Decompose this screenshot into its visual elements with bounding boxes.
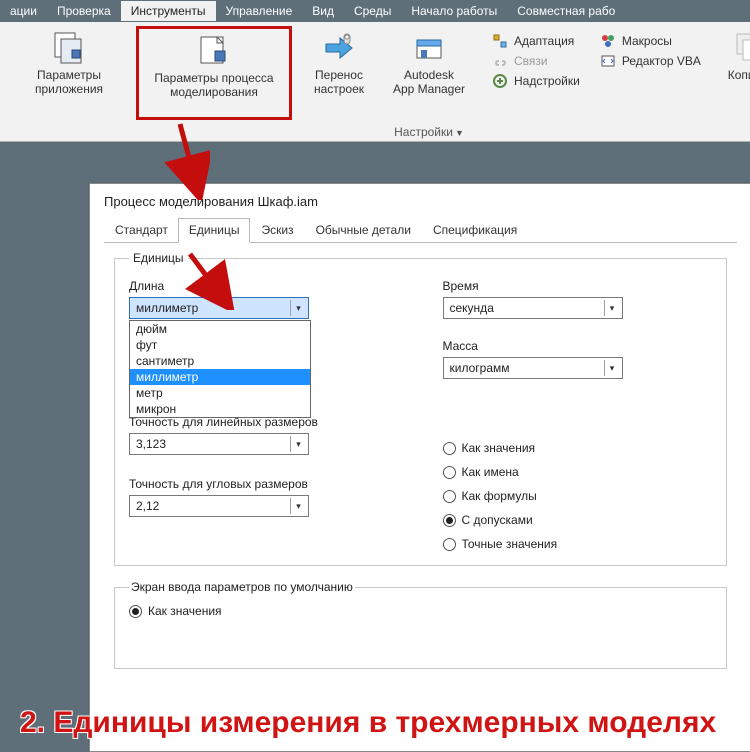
dialog-title: Процесс моделирования Шкаф.iam [90,184,750,217]
mass-combo[interactable]: килограмм▾ [443,357,623,379]
adapt-icon [492,33,508,49]
prec-angular-label: Точность для угловых размеров [129,477,399,491]
opt-mm[interactable]: миллиметр [130,369,310,385]
tab-collab[interactable]: Совместная рабо [507,1,625,21]
copy-label: Копиро [728,68,750,82]
length-label: Длина [129,279,399,293]
default-param-legend: Экран ввода параметров по умолчанию [129,580,355,594]
vba-icon [600,53,616,69]
ribbon-panel: Параметры приложения Параметры процесса … [0,22,750,142]
tab-units[interactable]: Единицы [178,218,251,243]
process-dialog: Процесс моделирования Шкаф.iam Стандарт … [89,183,750,752]
appmgr-label2: App Manager [393,82,465,96]
group-migrate: Перенос настроек [298,24,380,141]
tab-inspect[interactable]: Проверка [47,1,121,21]
tab-view[interactable]: Вид [302,1,344,21]
tab-environments[interactable]: Среды [344,1,401,21]
group-appmgr: Autodesk App Manager Настройки▼ [380,24,478,141]
radio-as-formulas[interactable]: Как формулы [443,489,713,503]
addins-icon [492,73,508,89]
radio-as-values[interactable]: Как значения [443,441,713,455]
length-combo[interactable]: миллиметр ▾ дюйм фут сантиметр миллиметр… [129,297,309,319]
opt-inch[interactable]: дюйм [130,321,310,337]
tab-standard[interactable]: Стандарт [104,218,179,243]
app-params-button[interactable]: Параметры приложения [14,26,124,120]
time-label: Время [443,279,713,293]
group-options: Адаптация Связи Надстройки [482,24,590,141]
appmgr-label1: Autodesk [404,68,454,82]
tab-partial-left[interactable]: ации [0,1,47,21]
tab-manage[interactable]: Управление [216,1,303,21]
dialog-content: Единицы Длина миллиметр ▾ дюйм фут санти… [90,243,750,677]
radio-with-tolerances[interactable]: С допусками [443,513,713,527]
prec-angular-combo[interactable]: 2,12▾ [129,495,309,517]
radio-default-as-values[interactable]: Как значения [129,604,712,618]
opt-m[interactable]: метр [130,385,310,401]
macros-button[interactable]: Макросы [596,32,705,50]
tab-bom[interactable]: Спецификация [422,218,528,243]
addins-button[interactable]: Надстройки [488,72,584,90]
chevron-down-icon: ▾ [290,498,306,514]
chevron-down-icon: ▾ [604,300,620,316]
macros-icon [600,33,616,49]
ribbon-tabs: ации Проверка Инструменты Управление Вид… [0,0,750,22]
units-fieldset: Единицы Длина миллиметр ▾ дюйм фут санти… [114,251,727,566]
tab-sketch[interactable]: Эскиз [250,218,304,243]
migrate-label: Перенос настроек [304,68,374,96]
chevron-down-icon: ▾ [604,360,620,376]
tab-getstarted[interactable]: Начало работы [401,1,507,21]
time-combo[interactable]: секунда▾ [443,297,623,319]
radio-exact-values[interactable]: Точные значения [443,537,713,551]
process-params-icon [197,33,231,67]
length-dropdown: дюйм фут сантиметр миллиметр метр микрон [129,320,311,418]
adaptation-button[interactable]: Адаптация [488,32,584,50]
app-params-label: Параметры приложения [14,68,124,96]
migrate-button[interactable]: Перенос настроек [304,26,374,120]
process-params-button[interactable]: Параметры процесса моделирования [136,26,292,120]
radio-as-names[interactable]: Как имена [443,465,713,479]
chevron-down-icon: ▾ [290,436,306,452]
dialog-tabbar: Стандарт Единицы Эскиз Обычные детали Сп… [104,217,737,243]
group-macro: Макросы Редактор VBA [590,24,711,141]
annotation-caption: 2. Единицы измерения в трехмерных моделя… [20,706,740,741]
opt-micron[interactable]: микрон [130,401,310,417]
links-button: Связи [488,52,584,70]
group-process-params: Параметры процесса моделирования [130,24,298,141]
settings-caption[interactable]: Настройки▼ [380,125,478,141]
group-app-params: Параметры приложения [8,24,130,141]
units-legend: Единицы [129,251,188,265]
copy-button[interactable]: Копиро [721,26,750,120]
chevron-down-icon: ▾ [290,300,306,316]
default-param-fieldset: Экран ввода параметров по умолчанию Как … [114,580,727,669]
opt-cm[interactable]: сантиметр [130,353,310,369]
copy-icon [731,30,750,64]
process-params-label: Параметры процесса моделирования [139,71,289,99]
appmgr-button[interactable]: Autodesk App Manager [386,26,472,120]
mass-label: Масса [443,339,713,353]
tab-tools[interactable]: Инструменты [121,1,216,21]
tab-common-parts[interactable]: Обычные детали [305,218,422,243]
group-copy: Копиро [715,24,750,141]
vba-button[interactable]: Редактор VBA [596,52,705,70]
opt-foot[interactable]: фут [130,337,310,353]
length-value: миллиметр [136,301,198,315]
app-params-icon [52,30,86,64]
links-icon [492,53,508,69]
prec-linear-combo[interactable]: 3,123▾ [129,433,309,455]
migrate-icon [322,30,356,64]
store-icon [412,30,446,64]
